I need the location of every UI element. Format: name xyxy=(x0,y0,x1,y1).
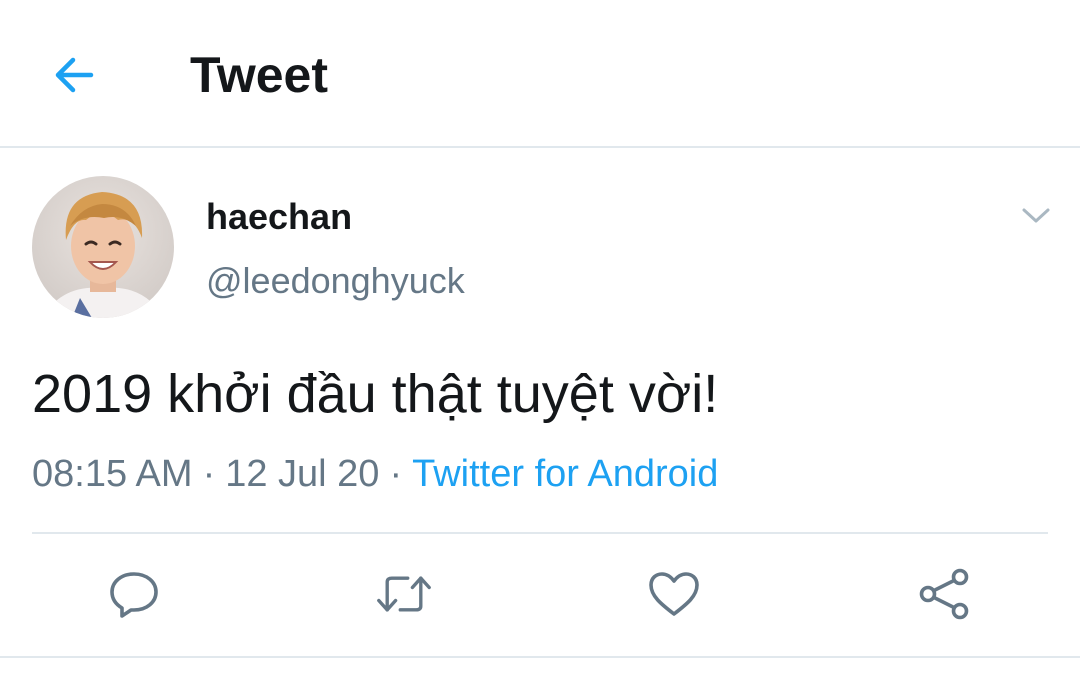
tweet-text: 2019 khởi đầu thật tuyệt vời! xyxy=(32,364,719,424)
like-icon xyxy=(649,572,699,616)
reply-icon xyxy=(110,572,158,618)
share-button[interactable] xyxy=(916,568,972,620)
meta-separator: · xyxy=(202,453,216,495)
back-button[interactable] xyxy=(46,50,102,100)
tweet-menu-button[interactable] xyxy=(1014,196,1058,236)
bottom-divider xyxy=(0,656,1080,658)
reply-button[interactable] xyxy=(106,568,162,620)
divider xyxy=(32,532,1048,534)
tweet-date: 12 Jul 20 xyxy=(225,453,380,495)
chevron-down-icon xyxy=(1022,208,1050,223)
retweet-icon xyxy=(377,576,431,612)
action-bar xyxy=(0,548,1080,640)
avatar[interactable] xyxy=(32,176,174,318)
retweet-button[interactable] xyxy=(376,568,432,620)
author-display-name[interactable]: haechan xyxy=(206,195,352,239)
tweet-source-link[interactable]: Twitter for Android xyxy=(412,453,718,495)
top-bar: Tweet xyxy=(0,0,1080,148)
tweet-time: 08:15 AM xyxy=(32,453,193,495)
like-button[interactable] xyxy=(646,568,702,620)
author-handle: @leedonghyuck xyxy=(206,260,465,301)
arrow-left-icon xyxy=(55,57,94,93)
share-icon xyxy=(919,568,969,620)
tweet-meta: 08:15 AM · 12 Jul 20 · Twitter for Android xyxy=(32,450,718,498)
profile-photo xyxy=(32,176,174,318)
meta-separator: · xyxy=(389,453,403,495)
page-title: Tweet xyxy=(190,47,328,103)
